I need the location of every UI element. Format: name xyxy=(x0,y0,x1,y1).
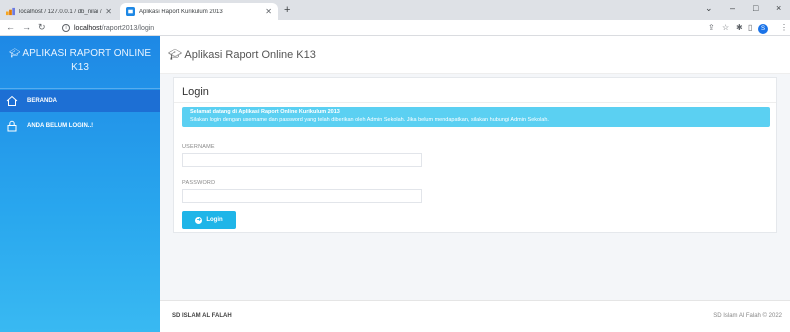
browser-tab-active[interactable]: Aplikasi Raport Kurikulum 2013 ✕ xyxy=(120,3,278,20)
tab-search-icon[interactable]: ⌄ xyxy=(705,3,713,14)
password-input[interactable] xyxy=(182,189,422,203)
sign-in-icon: ➜ xyxy=(195,216,203,224)
main-content: Login Selamat datang di Aplikasi Raport … xyxy=(160,74,790,300)
login-card: Login Selamat datang di Aplikasi Raport … xyxy=(173,77,777,233)
brand-text: APLIKASI RAPORT ONLINE K13 xyxy=(22,48,151,73)
site-info-icon[interactable]: i xyxy=(62,24,70,32)
username-input[interactable] xyxy=(182,153,422,167)
footer: SD ISLAM AL FALAH SD Islam Al Falah © 20… xyxy=(160,300,790,332)
tab-title: localhost / 127.0.0.1 / db_nilai / ... xyxy=(19,8,103,15)
sidebar-item-beranda[interactable]: BERANDA xyxy=(0,90,160,112)
tab-title: Aplikasi Raport Kurikulum 2013 xyxy=(139,8,223,15)
home-icon xyxy=(5,94,19,108)
forward-icon[interactable]: → xyxy=(22,22,31,32)
graduation-cap-icon: 🎓︎ xyxy=(8,48,21,58)
profile-avatar[interactable]: S xyxy=(758,24,768,34)
close-window-button[interactable]: × xyxy=(776,3,781,13)
maximize-button[interactable]: □ xyxy=(753,3,758,13)
minimize-button[interactable]: – xyxy=(730,3,735,13)
browser-tab-phpmyadmin[interactable]: localhost / 127.0.0.1 / db_nilai / ... ✕ xyxy=(0,3,118,20)
sidebar-item-label: ANDA BELUM LOGIN..! xyxy=(27,123,94,129)
alert-text: Silakan login dengan username dan passwo… xyxy=(190,117,549,123)
sidebar-item-login-status[interactable]: ANDA BELUM LOGIN..! xyxy=(0,115,160,137)
phpmyadmin-icon xyxy=(6,7,15,16)
bookmark-star-icon[interactable]: ☆ xyxy=(722,23,729,32)
card-divider xyxy=(174,102,776,103)
login-button[interactable]: ➜ Login xyxy=(182,211,236,229)
browser-menu-icon[interactable]: ⋮ xyxy=(780,23,788,32)
page-title-text: Aplikasi Raport Online K13 xyxy=(184,49,316,61)
reload-icon[interactable]: ↻ xyxy=(38,22,46,33)
address-bar-row: ← → ↻ i localhost/raport2013/login ⇪ ☆ ✱… xyxy=(0,20,790,36)
graduation-cap-icon: 🎓︎ xyxy=(168,49,185,61)
sidepanel-icon[interactable]: ▯ xyxy=(748,23,752,32)
url-input[interactable]: i localhost/raport2013/login xyxy=(62,22,702,34)
app-favicon-icon xyxy=(126,7,135,16)
back-icon[interactable]: ← xyxy=(6,22,15,32)
page-title: 🎓︎ Aplikasi Raport Online K13 xyxy=(168,48,316,61)
browser-tab-bar: localhost / 127.0.0.1 / db_nilai / ... ✕… xyxy=(0,0,790,20)
brand: 🎓︎ APLIKASI RAPORT ONLINE K13 xyxy=(0,46,160,75)
login-button-label: Login xyxy=(206,217,223,223)
share-icon[interactable]: ⇪ xyxy=(708,23,715,32)
new-tab-button[interactable]: + xyxy=(284,4,290,16)
footer-copyright: SD Islam Al Falah © 2022 xyxy=(713,313,782,319)
username-label: USERNAME xyxy=(182,144,215,150)
sidebar-item-label: BERANDA xyxy=(27,98,57,104)
top-header: 🎓︎ Aplikasi Raport Online K13 xyxy=(160,36,790,74)
url-path: /raport2013/login xyxy=(101,24,155,32)
close-tab-icon[interactable]: ✕ xyxy=(265,7,272,16)
sidebar: 🎓︎ APLIKASI RAPORT ONLINE K13 BERANDA AND… xyxy=(0,36,160,332)
extensions-icon[interactable]: ✱ xyxy=(736,23,743,32)
url-host: localhost xyxy=(74,24,102,32)
welcome-alert: Selamat datang di Aplikasi Raport Online… xyxy=(182,107,770,127)
lock-icon xyxy=(5,119,19,133)
close-tab-icon[interactable]: ✕ xyxy=(105,7,112,16)
brand-divider xyxy=(0,88,160,89)
login-title: Login xyxy=(182,86,209,98)
password-label: PASSWORD xyxy=(182,180,216,186)
alert-title: Selamat datang di Aplikasi Raport Online… xyxy=(190,109,340,115)
footer-school-name: SD ISLAM AL FALAH xyxy=(172,313,232,319)
